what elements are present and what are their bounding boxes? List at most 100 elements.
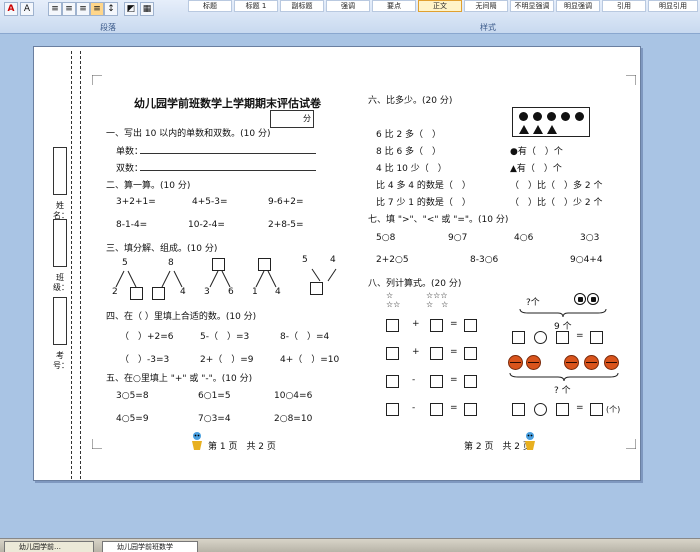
s3-box4[interactable] xyxy=(258,258,271,271)
s6-q2: 8 比 6 多（ ） xyxy=(376,147,442,157)
style-title[interactable]: 标题 xyxy=(188,0,232,12)
s7-q6: 8-3○6 xyxy=(470,255,499,265)
s8-r2-op: + xyxy=(412,347,420,357)
s8-r3-op: - xyxy=(412,375,416,385)
s5-q6: 2○8=10 xyxy=(274,414,313,424)
font-color-icon[interactable]: A xyxy=(4,2,18,16)
border-icon[interactable]: ▦ xyxy=(140,2,154,16)
s3-n10: 4 xyxy=(330,255,336,265)
s8-r4-box1[interactable] xyxy=(386,403,399,416)
taskbar-item-1[interactable]: 幼儿园学前… xyxy=(4,541,94,552)
style-subtle-emphasis[interactable]: 不明显强调 xyxy=(510,0,554,12)
s8-r3-box1[interactable] xyxy=(386,375,399,388)
s7-q1: 5○8 xyxy=(376,233,396,243)
s8-b1-circle[interactable] xyxy=(534,331,547,344)
s5-q5: 7○3=4 xyxy=(198,414,231,424)
s7-q4: 3○3 xyxy=(580,233,600,243)
even-answer-line[interactable] xyxy=(140,170,316,171)
s8-b1-box2[interactable] xyxy=(556,331,569,344)
s8-b2-box1[interactable] xyxy=(512,403,525,416)
s2-q5: 10-2-4= xyxy=(188,220,225,230)
justify-icon[interactable]: ≡ xyxy=(90,2,104,16)
s8-r2-box1[interactable] xyxy=(386,347,399,360)
s8-stars-b: ☆☆☆ ☆ ☆ xyxy=(426,291,449,309)
style-subtitle[interactable]: 副标题 xyxy=(280,0,324,12)
align-center-icon[interactable]: ≡ xyxy=(62,2,76,16)
s5-q3: 10○4=6 xyxy=(274,391,313,401)
s2-q3: 9-6+2= xyxy=(268,197,304,207)
align-left-icon[interactable]: ≡ xyxy=(48,2,62,16)
s8-b2-box3[interactable] xyxy=(590,403,603,416)
s7-q7: 9○4+4 xyxy=(570,255,603,265)
s8-stars-a: ☆ ☆☆ xyxy=(386,291,401,309)
s3-box5[interactable] xyxy=(310,282,323,295)
s8-b2-eq: = xyxy=(576,403,584,413)
s6-less: （ ）比（ ）少 2 个 xyxy=(510,198,603,208)
exam-title: 幼儿园学前班数学上学期期末评估试卷 xyxy=(134,97,321,110)
align-right-icon[interactable]: ≡ xyxy=(76,2,90,16)
triangle-icon xyxy=(547,125,557,134)
s8-r1-box2[interactable] xyxy=(430,319,443,332)
s5-heading: 五、在○里填上 "+" 或 "-"。(10 分) xyxy=(106,374,253,384)
s3-box3[interactable] xyxy=(212,258,225,271)
triangle-icon xyxy=(519,125,529,134)
style-normal[interactable]: 正文 xyxy=(418,0,462,12)
score-box: 分 xyxy=(270,110,314,128)
s8-b2-box2[interactable] xyxy=(556,403,569,416)
class-label: 班级： xyxy=(53,273,69,292)
line-spacing-icon[interactable]: ↕ xyxy=(104,2,118,16)
taskbar-item-2[interactable]: 幼儿园学前班数学 xyxy=(102,541,198,552)
shading-icon[interactable]: ◩ xyxy=(124,2,138,16)
s3-n9: 5 xyxy=(302,255,308,265)
style-emphasis[interactable]: 强调 xyxy=(326,0,370,12)
corner-mark-br xyxy=(626,439,636,449)
document-page[interactable]: 姓名： 班级： 考号： 幼儿园学前班数学上学期期末评估试卷 分 一、写出 10 … xyxy=(33,46,641,481)
s3-box2[interactable] xyxy=(152,287,165,300)
taskbar: 幼儿园学前… 幼儿园学前班数学 xyxy=(0,538,700,552)
s4-q2: 5-（ ）=3 xyxy=(200,332,250,342)
style-intense-emphasis[interactable]: 明显强调 xyxy=(556,0,600,12)
s2-heading: 二、算一算。(10 分) xyxy=(106,181,191,191)
s6-q3: 4 比 10 少（ ） xyxy=(376,164,447,174)
odd-answer-line[interactable] xyxy=(140,153,316,154)
s8-q2-label: ? 个 xyxy=(554,386,571,396)
s8-r2-box3[interactable] xyxy=(464,347,477,360)
s8-r1-box1[interactable] xyxy=(386,319,399,332)
s8-b2-circle[interactable] xyxy=(534,403,547,416)
styles-group-label: 样式 xyxy=(480,23,496,32)
style-intense-quote[interactable]: 明显引用 xyxy=(648,0,698,12)
corner-mark-tl xyxy=(92,75,102,85)
dot-icon xyxy=(533,112,542,121)
s3-heading: 三、填分解、组成。(10 分) xyxy=(106,244,218,254)
style-strong[interactable]: 要点 xyxy=(372,0,416,12)
s7-q3: 4○6 xyxy=(514,233,534,243)
s2-q1: 3+2+1= xyxy=(116,197,156,207)
s8-b1-box3[interactable] xyxy=(590,331,603,344)
ribbon: A A ≡ ≡ ≡ ≡ ↕ ◩ ▦ 段落 样式 标题 标题 1 副标题 强调 要… xyxy=(0,0,700,34)
s8-r3-box2[interactable] xyxy=(430,375,443,388)
s8-r4-op: - xyxy=(412,403,416,413)
s8-r1-op: + xyxy=(412,319,420,329)
document-workspace: 姓名： 班级： 考号： 幼儿园学前班数学上学期期末评估试卷 分 一、写出 10 … xyxy=(0,34,700,538)
s4-heading: 四、在（ ）里填上合适的数。(10 分) xyxy=(106,312,257,322)
s3-n3: 8 xyxy=(168,258,174,268)
style-no-spacing[interactable]: 无间隔 xyxy=(464,0,508,12)
dot-icon xyxy=(561,112,570,121)
s1-heading: 一、写出 10 以内的单数和双数。(10 分) xyxy=(106,129,271,139)
s8-r2-box2[interactable] xyxy=(430,347,443,360)
s8-b1-box1[interactable] xyxy=(512,331,525,344)
highlight-icon[interactable]: A xyxy=(20,2,34,16)
mascot-icon xyxy=(525,432,535,450)
s8-r3-box3[interactable] xyxy=(464,375,477,388)
corner-mark-tr xyxy=(626,75,636,85)
s8-r4-box3[interactable] xyxy=(464,403,477,416)
style-quote[interactable]: 引用 xyxy=(602,0,646,12)
exam-no-label: 考号： xyxy=(53,351,69,370)
s6-q5: 比 7 少 1 的数是（ ） xyxy=(376,198,471,208)
s3-box1[interactable] xyxy=(130,287,143,300)
s8-r4-box2[interactable] xyxy=(430,403,443,416)
s8-r1-box3[interactable] xyxy=(464,319,477,332)
s3-n6: 6 xyxy=(228,287,234,297)
style-heading1[interactable]: 标题 1 xyxy=(234,0,278,12)
s3-n8: 4 xyxy=(275,287,281,297)
